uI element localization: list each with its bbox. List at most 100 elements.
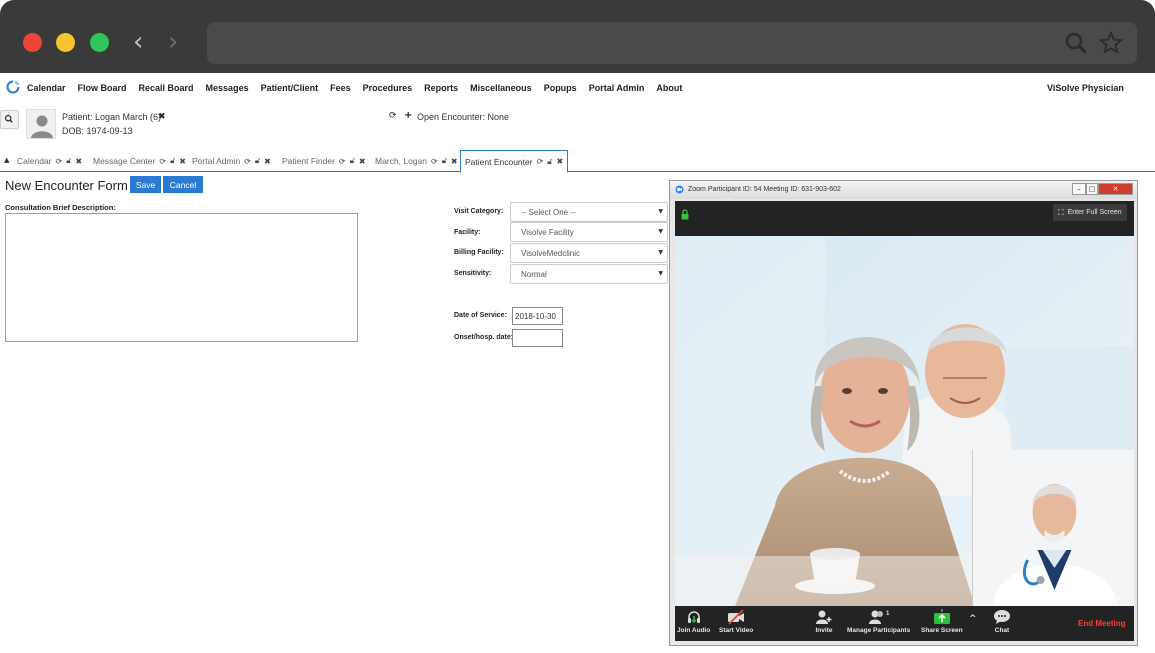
menu-item-calendar[interactable]: Calendar: [27, 83, 66, 93]
participants-icon: 1: [868, 610, 890, 624]
zoom-minimize-button[interactable]: –: [1072, 183, 1086, 195]
tab-label: Patient Finder: [282, 156, 335, 166]
patient-search-button[interactable]: [0, 110, 19, 129]
zoom-toolbar: Join Audio Start Video Invite 1 Manage P…: [675, 606, 1134, 641]
cancel-button[interactable]: Cancel: [163, 176, 203, 193]
unlock-icon[interactable]: 🔓︎: [442, 156, 447, 166]
plus-icon[interactable]: +: [404, 110, 412, 121]
select-value: Visolve Facility: [521, 228, 574, 237]
open-encounter-status[interactable]: Open Encounter: None: [417, 112, 509, 122]
close-icon[interactable]: ✖: [179, 157, 186, 166]
chat-button[interactable]: Chat: [993, 609, 1011, 634]
zoom-top-bar: ⛶ Enter Full Screen: [675, 201, 1134, 236]
zoom-close-button[interactable]: ✕: [1098, 183, 1133, 195]
tab-label: Calendar: [17, 156, 52, 166]
refresh-icon[interactable]: ⟳: [537, 157, 544, 166]
menu-item-patient-client[interactable]: Patient/Client: [261, 83, 319, 93]
share-screen-button[interactable]: Share Screen: [921, 609, 963, 634]
add-user-icon: [816, 610, 832, 624]
tab-patient-encounter[interactable]: Patient Encounter ⟳ 🔓︎ ✖: [460, 150, 569, 173]
window-minimize-button[interactable]: [56, 33, 75, 52]
share-screen-label: Share Screen: [921, 627, 963, 634]
star-icon[interactable]: [1099, 31, 1123, 55]
tab-label: March, Logan: [375, 156, 427, 166]
menu-item-messages[interactable]: Messages: [206, 83, 249, 93]
refresh-icon[interactable]: ⟳: [159, 157, 166, 166]
menu-item-fees[interactable]: Fees: [330, 83, 351, 93]
close-patient-icon[interactable]: ✖: [158, 112, 166, 122]
start-video-button[interactable]: Start Video: [719, 609, 753, 634]
unlock-icon[interactable]: 🔓︎: [350, 156, 355, 166]
search-icon[interactable]: [1065, 32, 1087, 54]
tab-patient-finder[interactable]: Patient Finder ⟳ 🔓︎ ✖: [278, 150, 370, 172]
refresh-icon[interactable]: ⟳: [244, 157, 251, 166]
tab-message-center[interactable]: Message Center ⟳ 🔓︎ ✖: [89, 150, 190, 172]
visit-category-select[interactable]: -- Select One -- ▼: [510, 202, 668, 222]
menu-item-about[interactable]: About: [656, 83, 682, 93]
end-meeting-button[interactable]: End Meeting: [1078, 619, 1126, 628]
unlock-icon[interactable]: 🔓︎: [170, 156, 175, 166]
tab-portal-admin[interactable]: Portal Admin ⟳ 🔓︎ ✖: [188, 150, 275, 172]
tab-label: Portal Admin: [192, 156, 241, 166]
unlock-icon[interactable]: 🔓︎: [66, 156, 71, 166]
menu-item-popups[interactable]: Popups: [544, 83, 577, 93]
menu-item-flow-board[interactable]: Flow Board: [78, 83, 127, 93]
select-value: -- Select One --: [521, 208, 576, 217]
lock-icon[interactable]: [681, 209, 689, 220]
close-icon[interactable]: ✖: [359, 157, 366, 166]
enter-fullscreen-button[interactable]: ⛶ Enter Full Screen: [1053, 204, 1127, 221]
app-logo-icon[interactable]: [6, 80, 20, 94]
save-button[interactable]: Save: [130, 176, 161, 193]
browser-chrome: ‹ ›: [0, 0, 1155, 73]
avatar: [26, 109, 56, 139]
billing-facility-select[interactable]: VisolveMedclinic ▼: [510, 243, 668, 263]
refresh-icon[interactable]: ⟳: [56, 157, 63, 166]
video-off-icon: [728, 609, 745, 625]
close-icon[interactable]: ✖: [75, 157, 82, 166]
close-icon[interactable]: ✖: [451, 157, 458, 166]
user-brand[interactable]: ViSolve Physician: [1047, 83, 1124, 93]
sensitivity-select[interactable]: Normal ▼: [510, 264, 668, 284]
window-close-button[interactable]: [23, 33, 42, 52]
invite-label: Invite: [815, 627, 833, 634]
refresh-icon[interactable]: ⟳: [431, 157, 438, 166]
user-silhouette-icon: [31, 115, 53, 138]
window-zoom-button[interactable]: [90, 33, 109, 52]
zoom-meeting-window: Zoom Participant ID: 54 Meeting ID: 631-…: [669, 180, 1138, 646]
consultation-label: Consultation Brief Description:: [5, 203, 116, 212]
tab-calendar[interactable]: Calendar ⟳ 🔓︎ ✖: [13, 150, 86, 172]
chevron-up-icon[interactable]: ^: [969, 614, 977, 624]
forward-icon[interactable]: ›: [168, 28, 178, 56]
visit-category-label: Visit Category:: [454, 208, 504, 215]
date-of-service-input[interactable]: 2018-10-30: [512, 307, 563, 325]
caret-down-icon: ▼: [658, 208, 663, 215]
join-audio-button[interactable]: Join Audio: [677, 609, 710, 634]
refresh-icon[interactable]: ⟳: [339, 157, 346, 166]
facility-select[interactable]: Visolve Facility ▼: [510, 222, 668, 242]
consultation-textarea[interactable]: [5, 213, 358, 342]
close-icon[interactable]: ✖: [556, 157, 563, 166]
address-bar[interactable]: [207, 22, 1137, 64]
tab-label: Message Center: [93, 156, 156, 166]
headphones-icon: [687, 611, 700, 624]
date-of-service-label: Date of Service:: [454, 312, 507, 319]
menu-item-portal-admin[interactable]: Portal Admin: [589, 83, 645, 93]
tab-march-logan[interactable]: March, Logan ⟳ 🔓︎ ✖: [371, 150, 462, 172]
menu-item-procedures[interactable]: Procedures: [363, 83, 413, 93]
collapse-tabs-icon[interactable]: ▲: [4, 156, 9, 164]
refresh-icon[interactable]: ⟳: [389, 111, 397, 121]
unlock-icon[interactable]: 🔓︎: [255, 156, 260, 166]
zoom-maximize-button[interactable]: □: [1086, 183, 1098, 195]
close-icon[interactable]: ✖: [264, 157, 271, 166]
unlock-icon[interactable]: 🔓︎: [547, 157, 552, 167]
menu-item-reports[interactable]: Reports: [424, 83, 458, 93]
onset-date-input[interactable]: [512, 329, 563, 347]
back-icon[interactable]: ‹: [133, 28, 143, 56]
manage-participants-button[interactable]: 1 Manage Participants: [847, 609, 910, 634]
tab-bar: ▲ Calendar ⟳ 🔓︎ ✖ Message Center ⟳ 🔓︎ ✖ …: [0, 150, 1155, 173]
menu-item-miscellaneous[interactable]: Miscellaneous: [470, 83, 532, 93]
invite-button[interactable]: Invite: [815, 609, 833, 634]
zoom-title-text: Zoom Participant ID: 54 Meeting ID: 631-…: [688, 186, 841, 193]
sensitivity-label: Sensitivity:: [454, 270, 492, 277]
menu-item-recall-board[interactable]: Recall Board: [139, 83, 194, 93]
